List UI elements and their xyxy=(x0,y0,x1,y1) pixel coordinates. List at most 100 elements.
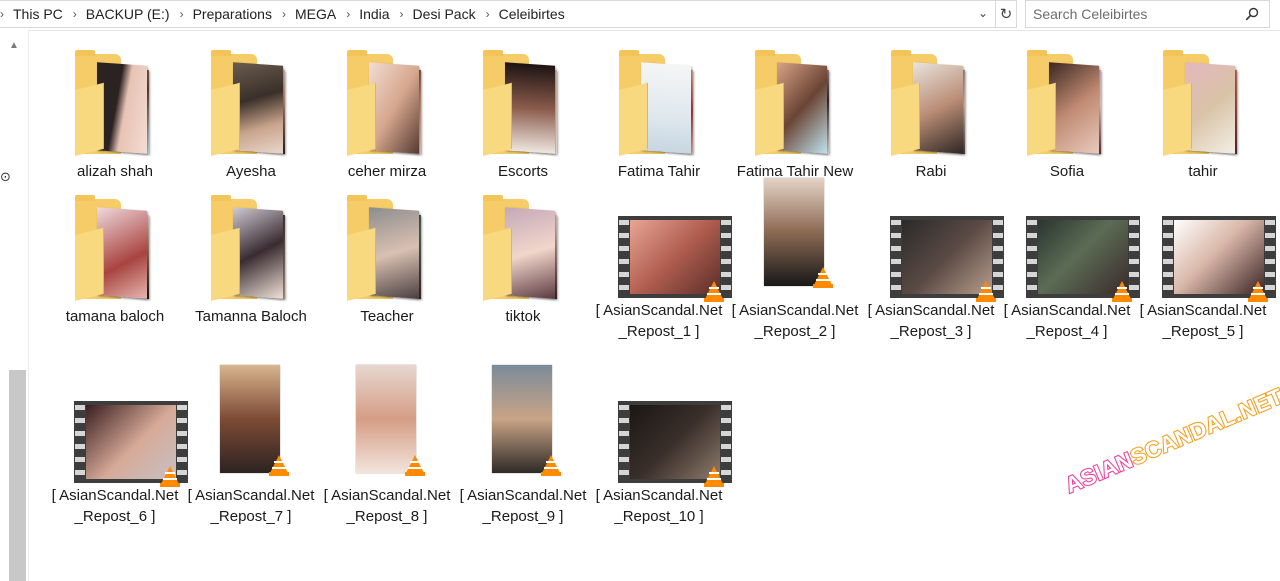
video-file-item[interactable]: [ AsianScandal.Net _Repost_2 ] xyxy=(727,178,863,342)
video-file-item[interactable]: [ AsianScandal.Net _Repost_4 ] xyxy=(999,181,1140,342)
vlc-cone-icon xyxy=(405,455,425,477)
breadcrumb-item[interactable]: › MEGA xyxy=(273,4,337,24)
file-name-label: Fatima Tahir xyxy=(617,163,701,180)
film-strip-left xyxy=(619,401,629,483)
file-name-label: [ AsianScandal.Net _Repost_8 ] xyxy=(323,487,451,525)
folder-preview-image xyxy=(1049,62,1099,154)
breadcrumb-item[interactable]: › Desi Pack xyxy=(391,4,477,24)
thumbnail xyxy=(591,181,732,305)
file-name-label: tahir xyxy=(1188,163,1218,180)
folder-item[interactable]: ceher mirza xyxy=(319,36,455,183)
address-bar[interactable]: › This PC › BACKUP (E:) › Preparations › MEGA › I… xyxy=(0,0,996,28)
folder-preview-image xyxy=(641,62,691,154)
file-name-label: Tamanna Baloch xyxy=(195,308,307,325)
folder-front xyxy=(347,227,376,301)
folder-front xyxy=(211,227,240,301)
chevron-down-icon[interactable]: ⌄ xyxy=(976,6,990,20)
folder-item[interactable]: Tamanna Baloch xyxy=(183,181,319,328)
folder-item[interactable]: Rabi xyxy=(863,36,999,183)
film-strip-left xyxy=(1027,216,1037,298)
navigation-pane: ▲ ⊙ xyxy=(0,30,29,581)
folder-item[interactable]: Ayesha xyxy=(183,36,319,183)
file-name-label: [ AsianScandal.Net _Repost_10 ] xyxy=(595,487,723,525)
chevron-right-icon[interactable]: › xyxy=(73,7,77,21)
chevron-right-icon[interactable]: › xyxy=(180,7,184,21)
folder-item[interactable]: alizah shah xyxy=(47,36,183,183)
vlc-cone-icon xyxy=(1248,281,1268,303)
vlc-cone-icon xyxy=(976,281,996,303)
folder-icon xyxy=(211,195,287,301)
search-box[interactable] xyxy=(1025,0,1270,28)
folder-item[interactable]: Fatima Tahir xyxy=(591,36,727,183)
file-name-label: ceher mirza xyxy=(347,163,427,180)
chevron-right-icon[interactable]: › xyxy=(282,7,286,21)
folder-preview-image xyxy=(369,207,419,299)
chevron-right-icon[interactable]: › xyxy=(0,7,4,21)
file-name-label: [ AsianScandal.Net _Repost_4 ] xyxy=(1003,302,1131,340)
folder-icon xyxy=(347,195,423,301)
folder-preview-image xyxy=(97,207,147,299)
scroll-up-arrow-icon[interactable]: ▲ xyxy=(9,40,19,51)
chevron-right-icon[interactable]: › xyxy=(346,7,350,21)
file-name-label: [ AsianScandal.Net _Repost_9 ] xyxy=(459,487,587,525)
folder-item[interactable]: tiktok xyxy=(455,181,591,328)
breadcrumb-item[interactable]: › BACKUP (E:) xyxy=(64,4,171,24)
file-name-label: [ AsianScandal.Net _Repost_2 ] xyxy=(731,302,859,340)
vlc-cone-icon xyxy=(704,466,724,488)
video-file-item[interactable]: [ AsianScandal.Net _Repost_6 ] xyxy=(47,366,188,527)
breadcrumb-item[interactable]: › India xyxy=(337,4,390,24)
thumbnail xyxy=(319,36,455,160)
thumbnail xyxy=(47,36,183,160)
thumbnail xyxy=(319,365,455,490)
folder-icon xyxy=(211,50,287,156)
search-input[interactable] xyxy=(1026,1,1245,27)
breadcrumb-item[interactable]: › Celeibirtes xyxy=(477,4,566,24)
scrollbar-thumb[interactable] xyxy=(9,370,26,581)
breadcrumb-item[interactable]: › This PC xyxy=(0,4,64,24)
folder-icon xyxy=(75,195,151,301)
video-file-item[interactable]: [ AsianScandal.Net _Repost_10 ] xyxy=(591,366,732,527)
folder-front xyxy=(483,227,512,301)
folder-front xyxy=(1163,82,1192,156)
thumbnail xyxy=(863,181,1004,305)
file-name-label: [ AsianScandal.Net _Repost_5 ] xyxy=(1139,302,1267,340)
folder-preview-image xyxy=(777,62,827,154)
address-toolbar: › This PC › BACKUP (E:) › Preparations › MEGA › I… xyxy=(0,0,1280,31)
folder-item[interactable]: tamana baloch xyxy=(47,181,183,328)
file-name-label: Ayesha xyxy=(226,163,276,180)
video-file-item[interactable]: [ AsianScandal.Net _Repost_3 ] xyxy=(863,181,1004,342)
file-name-label: [ AsianScandal.Net _Repost_6 ] xyxy=(51,487,179,525)
vlc-cone-icon xyxy=(269,455,289,477)
thumbnail xyxy=(727,36,863,160)
breadcrumb-item[interactable]: › Preparations xyxy=(171,4,273,24)
folder-item[interactable]: Escorts xyxy=(455,36,591,183)
refresh-icon[interactable]: ↻ xyxy=(996,0,1017,28)
nav-partial-icon: ⊙ xyxy=(0,169,11,184)
folder-icon xyxy=(891,50,967,156)
video-file-item[interactable]: [ AsianScandal.Net _Repost_9 ] xyxy=(455,365,591,527)
thumbnail xyxy=(47,366,188,490)
file-name-label: tamana baloch xyxy=(65,308,165,325)
video-file-item[interactable]: [ AsianScandal.Net _Repost_5 ] xyxy=(1135,181,1276,342)
folder-front xyxy=(891,82,920,156)
folder-icon xyxy=(483,195,559,301)
watermark: ASIANSCANDAL.NET xyxy=(1061,382,1280,530)
video-file-item[interactable]: [ AsianScandal.Net _Repost_8 ] xyxy=(319,365,455,527)
file-name-label: alizah shah xyxy=(77,163,153,180)
video-file-item[interactable]: [ AsianScandal.Net _Repost_1 ] xyxy=(591,181,732,342)
chevron-right-icon[interactable]: › xyxy=(486,7,490,21)
vlc-cone-icon xyxy=(704,281,724,303)
chevron-right-icon[interactable]: › xyxy=(400,7,404,21)
search-icon[interactable] xyxy=(1245,7,1259,21)
folder-item[interactable]: Teacher xyxy=(319,181,455,328)
film-strip-left xyxy=(1163,216,1173,298)
thumbnail xyxy=(1135,36,1271,160)
video-file-item[interactable]: [ AsianScandal.Net _Repost_7 ] xyxy=(183,365,319,527)
file-name-label: Sofia xyxy=(1049,163,1085,180)
folder-item[interactable]: Sofia xyxy=(999,36,1135,183)
folder-icon xyxy=(347,50,423,156)
folder-item[interactable]: tahir xyxy=(1135,36,1271,183)
breadcrumb-label: Desi Pack xyxy=(412,6,476,22)
folder-item[interactable]: Fatima Tahir New xyxy=(727,36,863,183)
file-name-label: Rabi xyxy=(915,163,947,180)
